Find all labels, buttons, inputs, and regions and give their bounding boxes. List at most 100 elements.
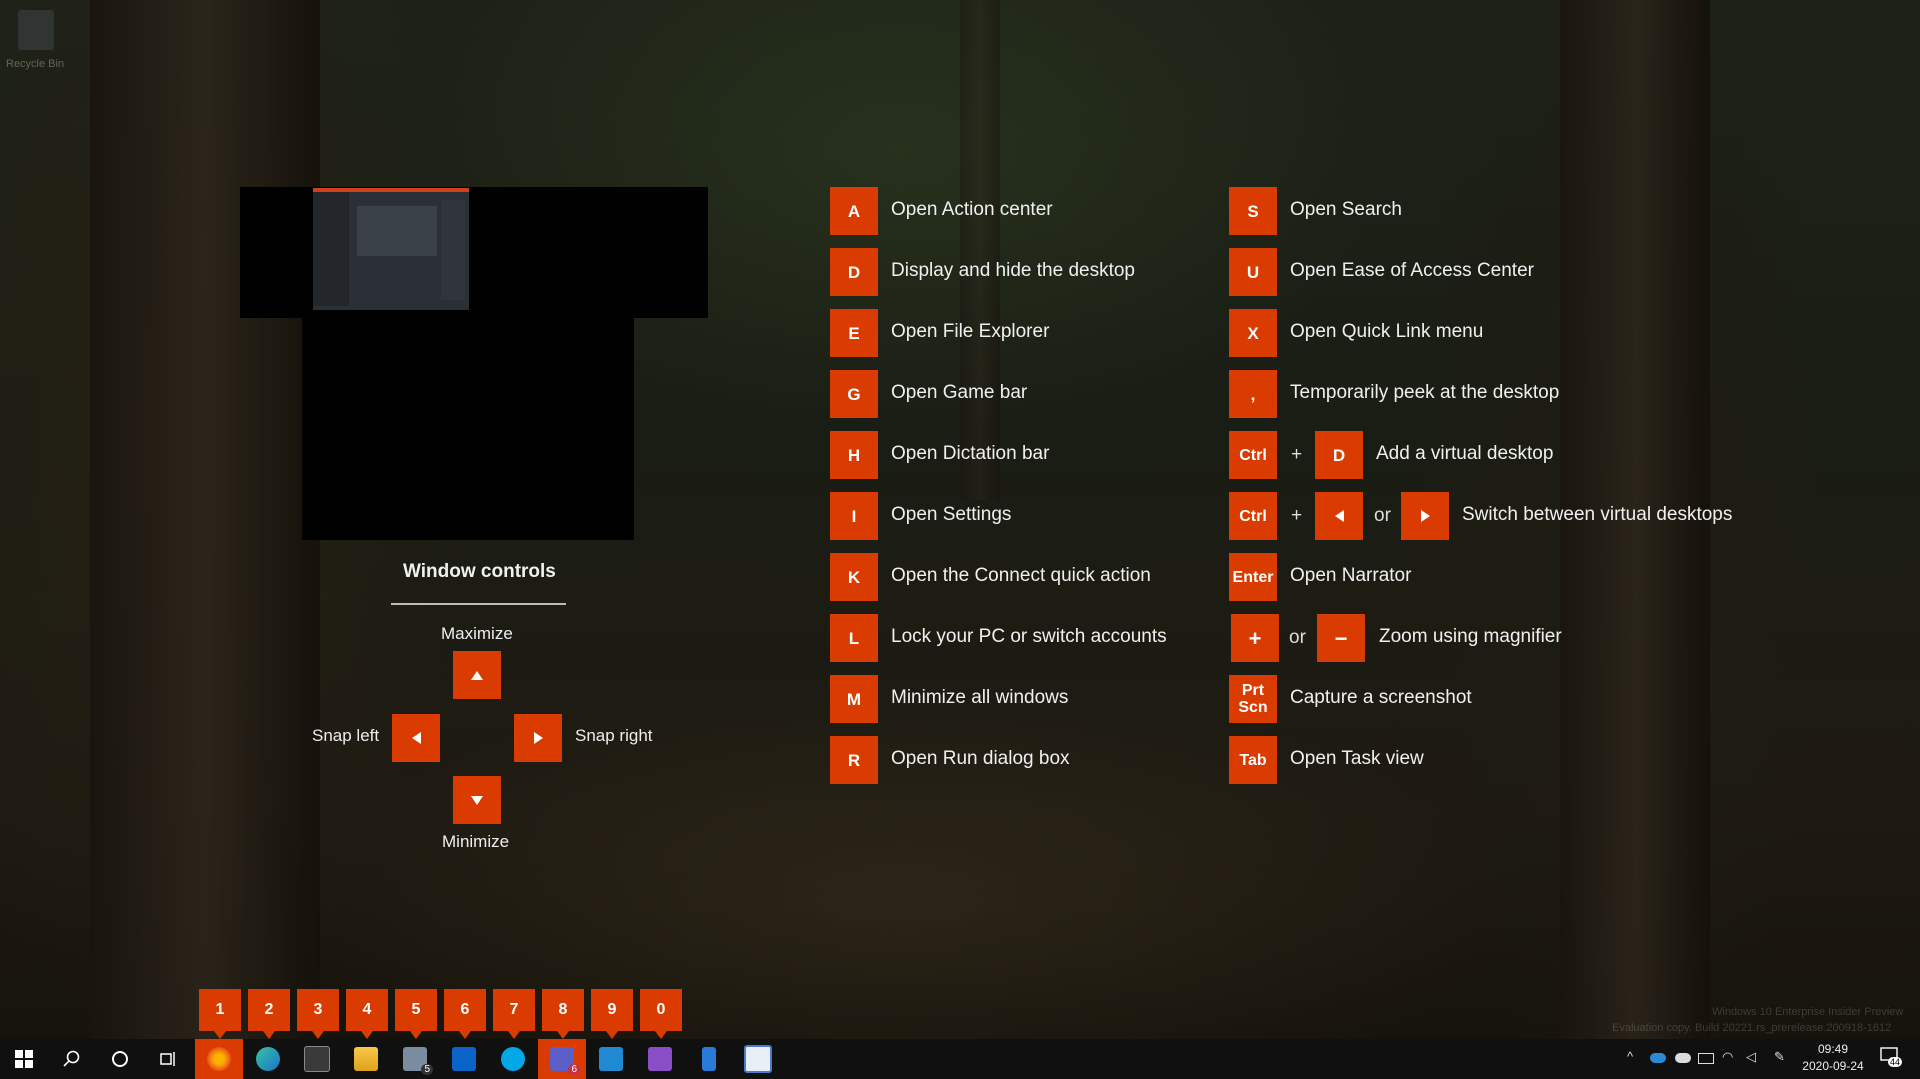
recycle-bin-label: Recycle Bin (6, 58, 65, 70)
firefox-icon (207, 1047, 231, 1071)
shortcut-label-search: Open Search (1290, 199, 1402, 220)
outlook-icon (452, 1047, 476, 1071)
taskbar-app-terminal[interactable] (293, 1039, 341, 1079)
edge-icon (256, 1047, 280, 1071)
skype-icon (501, 1047, 525, 1071)
shortcut-key-comma: , (1229, 370, 1277, 418)
chevron-up-icon[interactable]: ^ (1627, 1049, 1633, 1064)
arrow-left-icon (1334, 510, 1344, 522)
minimize-label: Minimize (442, 832, 510, 851)
pen-icon[interactable]: ✎ (1774, 1049, 1785, 1065)
taskbar-number-4: 4 (346, 989, 388, 1039)
thumbnail-right-pane (441, 200, 465, 300)
taskbar-app-edge[interactable] (244, 1039, 292, 1079)
recycle-bin-icon[interactable] (18, 10, 54, 50)
shortcut-key-prtscn: Prt Scn (1229, 675, 1277, 723)
snap-preview-top (240, 187, 708, 318)
arrow-right-icon (1420, 510, 1430, 522)
shortcut-key-left-arrow (1315, 492, 1363, 540)
shortcut-key-i: I (830, 492, 878, 540)
shortcut-key-minus: − (1317, 614, 1365, 662)
clock-date: 2020-09-24 (1802, 1059, 1864, 1073)
taskbar-app-snip[interactable] (734, 1039, 782, 1079)
or-text: or (1374, 505, 1391, 526)
start-icon (15, 1050, 33, 1068)
volume-icon[interactable]: ◁ (1746, 1049, 1756, 1065)
shortcut-key-k: K (830, 553, 878, 601)
notification-count: 44 (1888, 1057, 1903, 1067)
search-button[interactable] (48, 1039, 96, 1079)
taskbar-app-visual-studio[interactable] (636, 1039, 684, 1079)
taskbar-number-9: 9 (591, 989, 633, 1039)
shortcut-key-h: H (830, 431, 878, 479)
thumbnail-content (357, 206, 437, 256)
window-thumbnail (313, 188, 469, 310)
vscode-icon (599, 1047, 623, 1071)
taskbar-number-7: 7 (493, 989, 535, 1039)
plus-sign: + (1291, 444, 1303, 465)
cortana-button[interactable] (96, 1039, 144, 1079)
shortcut-label-add-desktop: Add a virtual desktop (1376, 443, 1554, 464)
task-view-button[interactable] (144, 1039, 192, 1079)
visual-studio-icon (648, 1047, 672, 1071)
search-icon (63, 1050, 80, 1067)
taskbar-number-5: 5 (395, 989, 437, 1039)
shortcut-label-task-view: Open Task view (1290, 748, 1424, 769)
arrow-right-icon (533, 732, 543, 744)
cortana-icon (112, 1051, 128, 1067)
arrow-up-icon (471, 670, 483, 680)
file-explorer-icon (354, 1047, 378, 1071)
taskbar-app-phone[interactable] (685, 1039, 733, 1079)
start-button[interactable] (0, 1039, 48, 1079)
window-controls-title: Window controls (403, 561, 556, 582)
wallpaper-tree (960, 0, 1000, 500)
snap-right-key (514, 714, 562, 762)
shortcut-key-r: R (830, 736, 878, 784)
shortcut-label-switch-desktops: Switch between virtual desktops (1462, 504, 1733, 525)
onedrive-icon[interactable] (1675, 1053, 1691, 1063)
taskbar-app-firefox[interactable] (195, 1039, 243, 1079)
wallpaper-tree (90, 0, 320, 1039)
clock-time: 09:49 (1817, 1042, 1849, 1056)
action-center-button[interactable]: 44 (1880, 1047, 1903, 1069)
taskbar-app-mail[interactable]: 5 (391, 1039, 439, 1079)
shortcut-label-screenshot: Capture a screenshot (1290, 687, 1472, 708)
maximize-label: Maximize (441, 624, 513, 643)
shortcut-label-lock: Lock your PC or switch accounts (891, 626, 1167, 647)
plus-sign: + (1291, 505, 1303, 526)
shortcut-key-a: A (830, 187, 878, 235)
snip-icon (744, 1045, 772, 1073)
shortcut-key-ctrl-2: Ctrl (1229, 492, 1277, 540)
shortcut-label-action-center: Open Action center (891, 199, 1053, 220)
taskbar-app-file-explorer[interactable] (342, 1039, 390, 1079)
divider (391, 603, 566, 605)
snap-preview-bottom (302, 318, 634, 540)
shortcut-label-file-explorer: Open File Explorer (891, 321, 1050, 342)
shortcut-key-d2: D (1315, 431, 1363, 479)
onedrive-blue-icon[interactable] (1650, 1053, 1666, 1063)
task-view-icon (160, 1052, 175, 1066)
taskbar-number-3: 3 (297, 989, 339, 1039)
battery-icon[interactable] (1698, 1053, 1714, 1064)
shortcut-label-connect: Open the Connect quick action (891, 565, 1151, 586)
shortcut-key-tab: Tab (1229, 736, 1277, 784)
wifi-icon[interactable]: ◠ (1722, 1049, 1733, 1065)
shortcut-key-x: X (1229, 309, 1277, 357)
taskbar-app-skype[interactable] (489, 1039, 537, 1079)
shortcut-key-right-arrow (1401, 492, 1449, 540)
taskbar-app-outlook[interactable] (440, 1039, 488, 1079)
taskbar-app-teams[interactable]: 6 (538, 1039, 586, 1079)
snap-left-key (392, 714, 440, 762)
taskbar: 5 6 ^ ◠ ◁ ✎ 09:49 2020-09-24 44 (0, 1039, 1920, 1079)
phone-icon (702, 1047, 716, 1071)
shortcut-key-enter: Enter (1229, 553, 1277, 601)
taskbar-clock[interactable]: 09:49 2020-09-24 (1798, 1041, 1868, 1075)
shortcut-key-m: M (830, 675, 878, 723)
taskbar-app-vscode[interactable] (587, 1039, 635, 1079)
terminal-icon (304, 1046, 330, 1072)
arrow-down-icon (471, 795, 483, 805)
watermark-line2: Evaluation copy. Build 20221.rs_prerelea… (1612, 1022, 1892, 1034)
snap-right-label: Snap right (575, 726, 653, 745)
shortcut-label-peek: Temporarily peek at the desktop (1290, 382, 1560, 403)
shortcut-label-zoom: Zoom using magnifier (1379, 626, 1562, 647)
